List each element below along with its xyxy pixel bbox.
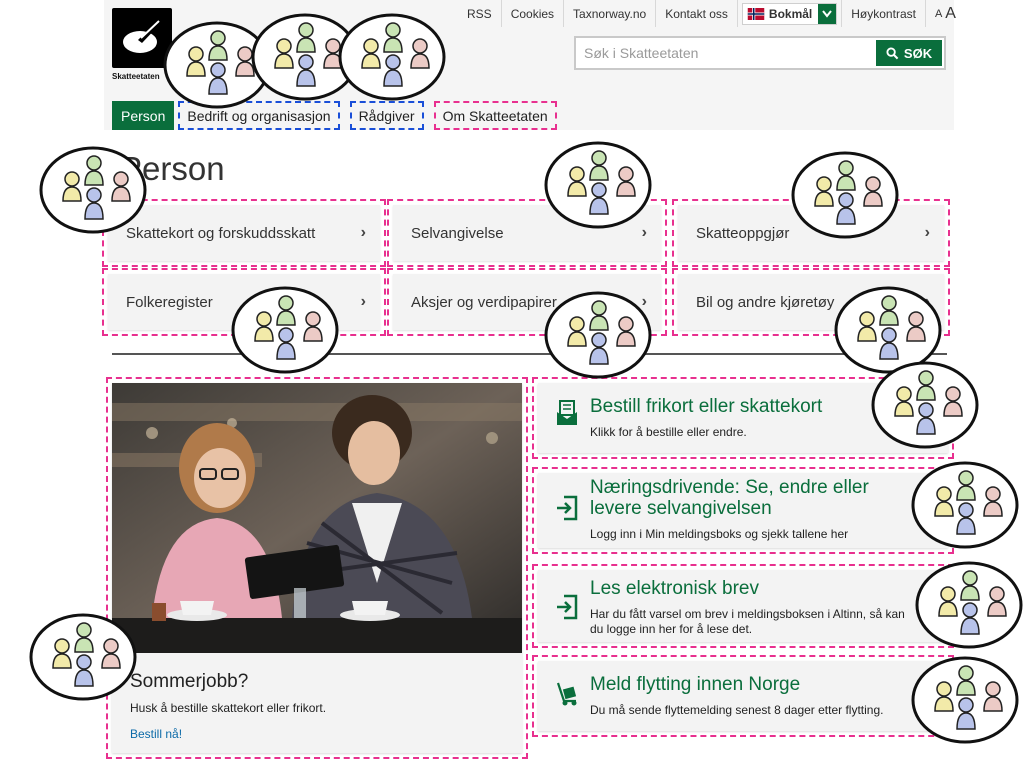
hand-truck-icon (556, 682, 577, 706)
action-title: Meld flytting innen Norge (590, 674, 801, 695)
login-door-icon (557, 594, 578, 620)
people-group-icon (543, 140, 653, 230)
chevron-right-icon: › (924, 224, 930, 241)
card-label: Bil og andre kjøretøy (696, 293, 835, 311)
promo-title: Sommerjobb? (130, 671, 249, 692)
chevron-down-icon (818, 3, 837, 24)
card-label: Folkeregister (126, 293, 213, 311)
action-description: Klikk for å bestille eller endre. (590, 425, 747, 439)
people-group-icon (230, 285, 340, 375)
language-label: Bokmål (768, 6, 813, 21)
nav-om-skatteetaten[interactable]: Om Skatteetaten (433, 101, 557, 130)
kontakt-link[interactable]: Kontakt oss (656, 0, 738, 27)
cookies-link[interactable]: Cookies (502, 0, 565, 27)
people-group-icon (910, 460, 1020, 550)
promo-text: Husk å bestille skattekort eller frikort… (130, 701, 327, 715)
search-button-label: SØK (903, 45, 933, 61)
taxnorway-link[interactable]: Taxnorway.no (564, 0, 657, 27)
promo-photo (112, 383, 522, 653)
people-group-icon (337, 12, 447, 102)
font-size-control: A A (926, 0, 965, 27)
search-icon (886, 46, 899, 59)
card-label: Aksjer og verdipapirer (411, 293, 557, 311)
people-group-icon (38, 145, 148, 235)
action-elektronisk-brev[interactable]: Les elektronisk brev Har du fått varsel … (532, 564, 954, 648)
search-input[interactable] (576, 38, 874, 68)
high-contrast-link[interactable]: Høykontrast (841, 0, 926, 27)
utility-bar: RSS Cookies Taxnorway.no Kontakt oss Bok… (458, 0, 965, 27)
promo-sommerjobb[interactable]: Sommerjobb? Husk å bestille skattekort e… (106, 377, 528, 759)
promo-link[interactable]: Bestill nå! (130, 727, 182, 741)
action-title: Bestill frikort eller skattekort (590, 396, 823, 417)
language-select[interactable]: Bokmål (741, 2, 838, 25)
action-description: Logg inn i Min meldingsboks og sjekk tal… (590, 527, 849, 541)
login-door-icon (557, 495, 578, 521)
search-button[interactable]: SØK (876, 40, 942, 66)
card-label: Skattekort og forskuddsskatt (126, 224, 316, 242)
people-group-icon (790, 150, 900, 240)
action-description: Har du fått varsel om brev i meldingsbok… (590, 607, 905, 636)
chevron-right-icon: › (360, 293, 366, 310)
action-meld-flytting[interactable]: Meld flytting innen Norge Du må sende fl… (532, 655, 954, 737)
search-bar: SØK (574, 36, 946, 70)
font-larger-button[interactable]: A (945, 5, 956, 23)
people-group-icon (543, 290, 653, 380)
card-skattekort[interactable]: Skattekort og forskuddsskatt › (102, 199, 386, 267)
rss-link[interactable]: RSS (458, 0, 502, 27)
people-group-icon (910, 655, 1020, 745)
font-smaller-button[interactable]: A (935, 8, 942, 20)
action-naeringsdrivende[interactable]: Næringsdrivende: Se, endre eller levere … (532, 467, 954, 554)
card-label: Selvangivelse (411, 224, 504, 242)
people-group-icon (28, 612, 138, 702)
action-title: Næringsdrivende: Se, endre eller levere … (590, 477, 869, 519)
chevron-right-icon: › (360, 224, 366, 241)
norway-flag-icon (747, 7, 765, 20)
people-group-icon (870, 360, 980, 450)
action-description: Du må sende flyttemelding senest 8 dager… (590, 703, 884, 717)
card-label: Skatteoppgjør (696, 224, 790, 242)
nav-radgiver[interactable]: Rådgiver (349, 101, 424, 130)
action-title: Les elektronisk brev (590, 578, 759, 599)
people-group-icon (914, 560, 1024, 650)
envelope-document-icon (557, 400, 577, 425)
